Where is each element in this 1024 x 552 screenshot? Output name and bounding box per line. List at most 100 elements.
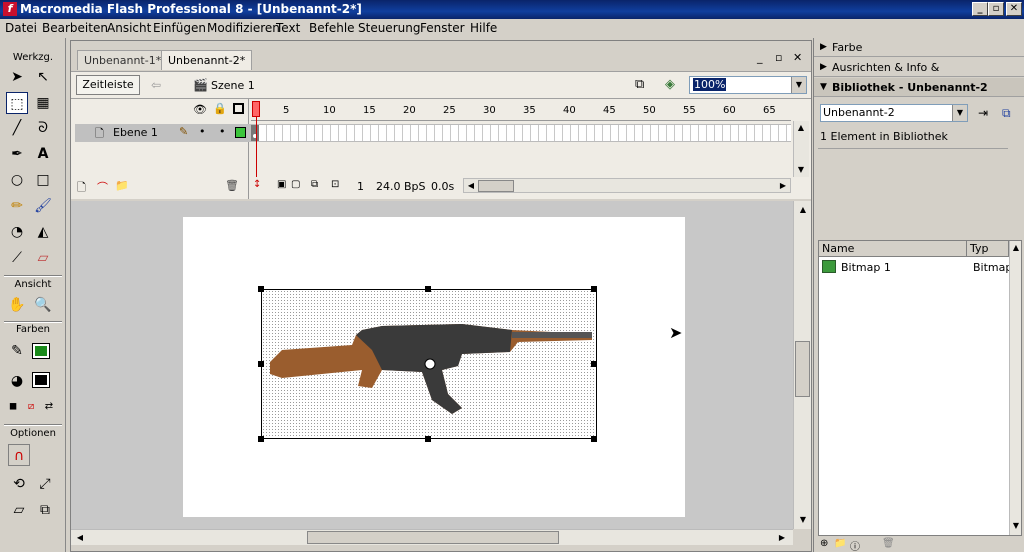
- list-item[interactable]: Bitmap 1 Bitmap: [819, 259, 1012, 277]
- rotate-skew-icon[interactable]: ⟲: [8, 473, 30, 495]
- bitmap-selection[interactable]: [261, 289, 597, 439]
- add-guide-layer-icon[interactable]: ⌒: [97, 179, 108, 195]
- edit-symbols-icon[interactable]: ◈: [665, 77, 675, 92]
- scale-icon[interactable]: ⤢: [34, 473, 56, 495]
- eyedropper-tool-icon[interactable]: ⟋: [6, 247, 28, 269]
- back-arrow-icon[interactable]: ⇦: [151, 78, 161, 92]
- column-header-name[interactable]: Name: [819, 241, 967, 257]
- scroll-down-icon[interactable]: ▼: [1009, 519, 1023, 533]
- menu-ansicht[interactable]: Ansicht: [107, 21, 151, 35]
- eye-icon[interactable]: 👁: [193, 103, 207, 116]
- add-layer-icon[interactable]: 🗋: [77, 179, 86, 198]
- pin-library-icon[interactable]: ⇥: [978, 106, 988, 120]
- tab-unbenannt-2[interactable]: Unbenannt-2*: [161, 50, 253, 70]
- transform-handle[interactable]: [591, 436, 597, 442]
- library-panel-header[interactable]: ▼ Bibliothek - Unbenannt-2: [814, 78, 1024, 97]
- new-folder-icon[interactable]: 📁: [834, 538, 846, 549]
- free-transform-tool-icon[interactable]: ⬚: [6, 92, 28, 114]
- scroll-up-icon[interactable]: ▲: [794, 121, 808, 135]
- gradient-transform-tool-icon[interactable]: ▦: [32, 92, 54, 114]
- transform-handle[interactable]: [258, 361, 264, 367]
- frames-row[interactable]: [251, 124, 791, 142]
- modify-markers-icon[interactable]: ⊡: [331, 179, 339, 190]
- chevron-down-icon[interactable]: ▼: [791, 77, 806, 93]
- scroll-thumb[interactable]: [478, 180, 514, 192]
- menu-fenster[interactable]: Fenster: [420, 21, 465, 35]
- center-frame-icon[interactable]: ↕: [253, 179, 261, 190]
- scroll-up-icon[interactable]: ▲: [796, 203, 810, 217]
- menu-datei[interactable]: Datei: [5, 21, 37, 35]
- distort-icon[interactable]: ▱: [8, 499, 30, 521]
- envelope-icon[interactable]: ⧉: [34, 499, 56, 521]
- ink-bottle-tool-icon[interactable]: ◔: [6, 221, 28, 243]
- scroll-up-icon[interactable]: ▲: [1009, 241, 1023, 255]
- swap-colors-icon[interactable]: ⇄: [38, 396, 60, 418]
- timeline-toggle-button[interactable]: Zeitleiste: [76, 75, 140, 95]
- scroll-right-icon[interactable]: ▶: [776, 179, 790, 193]
- color-panel-header[interactable]: ▶ Farbe: [814, 38, 1024, 57]
- onion-outline-icon[interactable]: ▢: [291, 179, 300, 190]
- stroke-color-swatch[interactable]: [32, 372, 50, 388]
- align-panel-header[interactable]: ▶ Ausrichten & Info & Transformieren: [814, 58, 1024, 93]
- layer-outline-color-icon[interactable]: [235, 127, 246, 138]
- outline-icon[interactable]: [233, 103, 244, 114]
- delete-icon[interactable]: 🗑: [882, 538, 895, 549]
- paint-bucket-tool-icon[interactable]: ◭: [32, 221, 54, 243]
- menu-modifizieren[interactable]: Modifizieren: [207, 21, 280, 35]
- transform-handle[interactable]: [258, 286, 264, 292]
- scroll-thumb[interactable]: [307, 531, 559, 544]
- stage-hscroll[interactable]: ◀ ▶: [71, 529, 793, 545]
- arrow-tool-icon[interactable]: ➤: [6, 66, 28, 88]
- line-tool-icon[interactable]: ╱: [6, 117, 28, 139]
- timeline-vscroll[interactable]: ▲ ▼: [793, 121, 809, 177]
- scroll-left-icon[interactable]: ◀: [73, 531, 87, 545]
- menu-hilfe[interactable]: Hilfe: [470, 21, 497, 35]
- scroll-left-icon[interactable]: ◀: [464, 179, 478, 193]
- lock-dot-icon[interactable]: •: [219, 125, 226, 138]
- transform-handle[interactable]: [425, 436, 431, 442]
- edit-multiple-icon[interactable]: ⧉: [311, 179, 318, 190]
- transform-handle[interactable]: [258, 436, 264, 442]
- oval-tool-icon[interactable]: ○: [6, 169, 28, 191]
- text-tool-icon[interactable]: A: [32, 143, 54, 165]
- library-document-select[interactable]: Unbenannt-2 ▼: [820, 104, 968, 122]
- stage-vscroll[interactable]: ▲ ▼: [793, 201, 811, 529]
- onion-skin-icon[interactable]: ▣: [277, 179, 286, 190]
- add-folder-icon[interactable]: 📁: [115, 179, 129, 192]
- eraser-tool-icon[interactable]: ▱: [32, 247, 54, 269]
- hand-tool-icon[interactable]: ✋: [6, 294, 28, 316]
- playhead[interactable]: [252, 101, 260, 117]
- chevron-down-icon[interactable]: ▼: [952, 105, 967, 121]
- rectangle-tool-icon[interactable]: □: [32, 169, 54, 191]
- visibility-dot-icon[interactable]: •: [199, 125, 206, 138]
- tab-unbenannt-1[interactable]: Unbenannt-1*: [77, 50, 169, 70]
- close-button[interactable]: ✕: [1006, 2, 1022, 16]
- pencil-tool-icon[interactable]: ✏: [6, 195, 28, 217]
- menu-steuerung[interactable]: Steuerung: [358, 21, 420, 35]
- trash-icon[interactable]: 🗑: [225, 179, 239, 192]
- scroll-right-icon[interactable]: ▶: [775, 531, 789, 545]
- lock-icon[interactable]: 🔒: [213, 102, 227, 115]
- layer-row[interactable]: 🗋 Ebene 1 ✎ • •: [75, 124, 251, 142]
- menu-bearbeiten[interactable]: Bearbeiten: [42, 21, 108, 35]
- transform-handle[interactable]: [591, 361, 597, 367]
- library-vscroll[interactable]: ▲ ▼: [1009, 241, 1021, 535]
- doc-restore-button[interactable]: ▫: [775, 51, 782, 64]
- fill-color-swatch[interactable]: [32, 343, 50, 359]
- new-library-panel-icon[interactable]: ⧉: [1002, 106, 1011, 121]
- new-symbol-icon[interactable]: ⊕: [820, 538, 828, 549]
- lasso-tool-icon[interactable]: ᘐ: [32, 117, 54, 139]
- edit-scene-icon[interactable]: ⧉: [635, 77, 644, 92]
- transform-handle[interactable]: [425, 286, 431, 292]
- properties-icon[interactable]: ⓘ: [850, 538, 860, 552]
- subselect-tool-icon[interactable]: ↖: [32, 66, 54, 88]
- scroll-down-icon[interactable]: ▼: [796, 513, 810, 527]
- timeline-hscroll[interactable]: ◀ ▶: [463, 178, 791, 193]
- keyframe-cell[interactable]: [251, 125, 259, 141]
- maximize-button[interactable]: ▫: [988, 2, 1004, 16]
- column-header-type[interactable]: Typ: [967, 241, 1009, 257]
- frame-ruler[interactable]: 1 5 10 15 20 25 30 35 40 45 50 55 60 65: [251, 99, 791, 121]
- menu-einfuegen[interactable]: Einfügen: [153, 21, 206, 35]
- stage[interactable]: [183, 217, 685, 517]
- layer-name[interactable]: Ebene 1: [113, 126, 158, 139]
